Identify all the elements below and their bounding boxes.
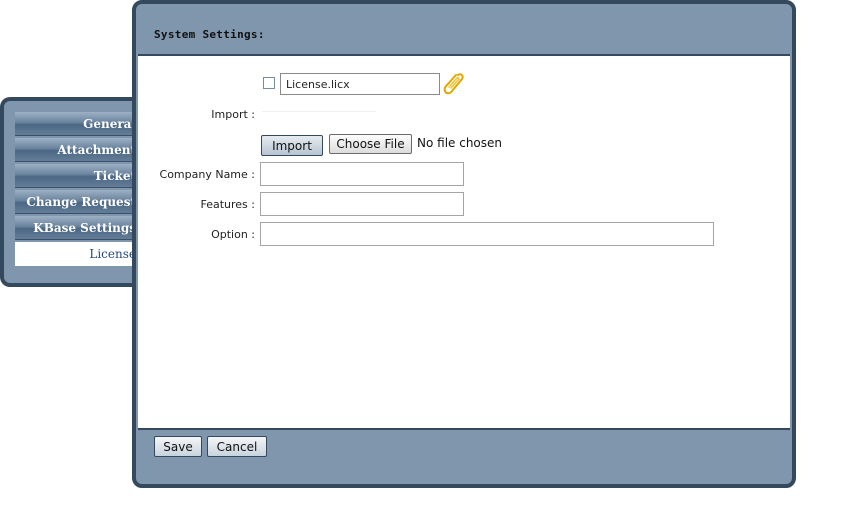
license-file-name: License.licx: [286, 77, 350, 91]
settings-sidebar: General Attachment Ticket Change Request…: [0, 97, 154, 287]
import-label: Import :: [211, 108, 255, 121]
features-input[interactable]: [260, 192, 464, 216]
option-label: Option :: [211, 228, 255, 241]
import-button[interactable]: Import: [261, 135, 323, 156]
paperclip-icon[interactable]: [443, 72, 465, 96]
window-title: System Settings:: [154, 28, 265, 41]
license-file-display: License.licx: [280, 73, 440, 95]
company-name-label: Company Name :: [159, 168, 255, 181]
company-name-input[interactable]: [260, 162, 464, 186]
features-label: Features :: [200, 198, 255, 211]
license-file-checkbox[interactable]: [263, 77, 275, 89]
option-input[interactable]: [260, 222, 714, 246]
cancel-button[interactable]: Cancel: [207, 436, 267, 457]
choose-file-button[interactable]: Choose File: [329, 134, 412, 154]
save-button[interactable]: Save: [154, 436, 202, 457]
no-file-chosen-text: No file chosen: [417, 136, 503, 150]
import-divider: [262, 111, 376, 112]
